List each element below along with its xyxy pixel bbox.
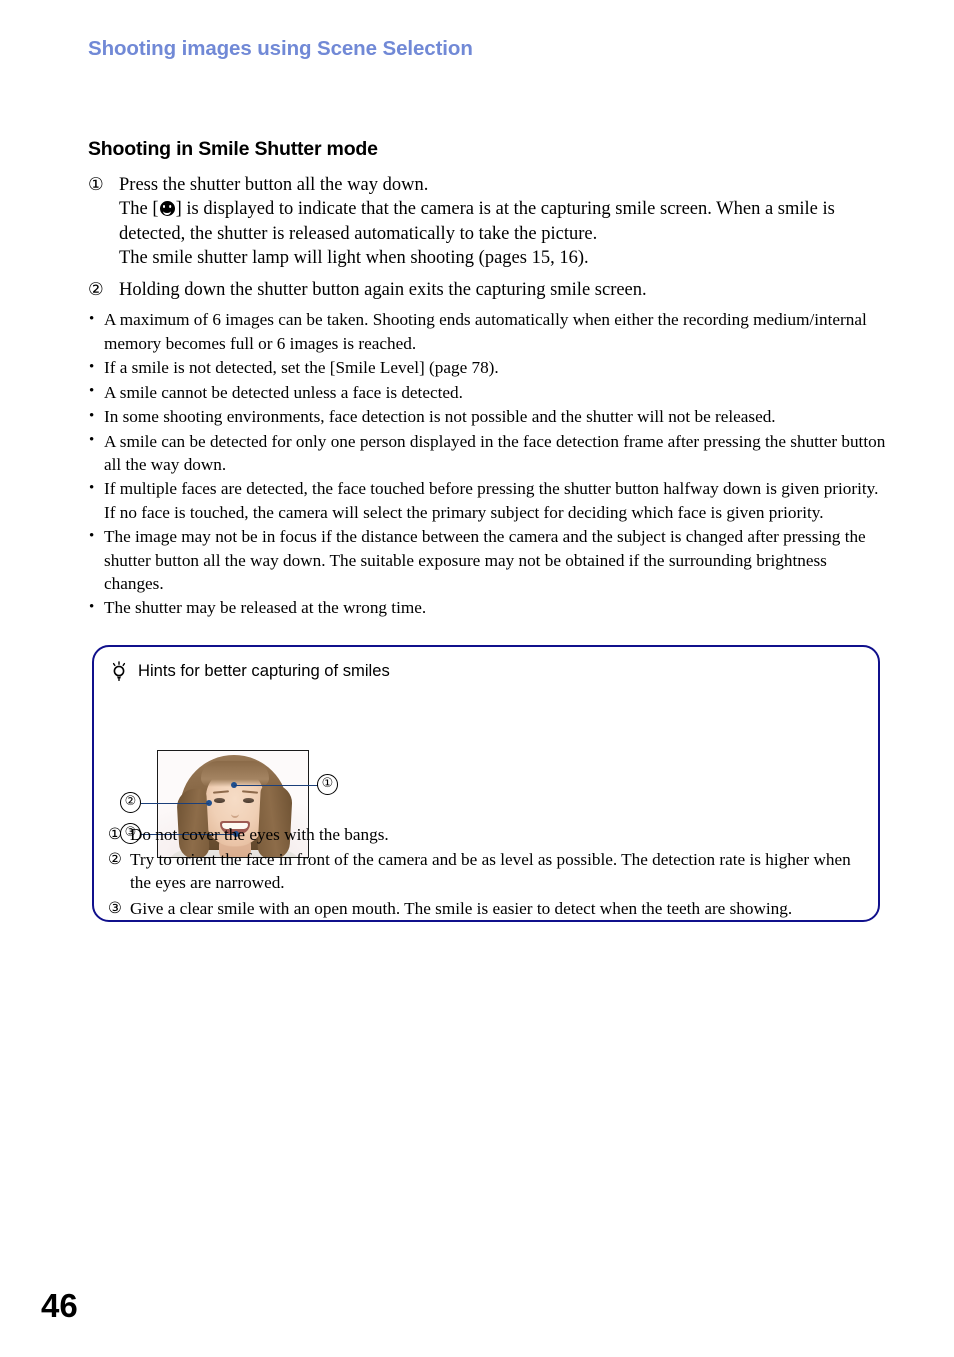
smile-tips-figure: ① ② ③: [102, 695, 392, 858]
step-1-line-3: The smile shutter lamp will light when s…: [119, 247, 589, 268]
hints-box-title: Hints for better capturing of smiles: [138, 661, 390, 680]
hint-item-marker: ②: [108, 850, 122, 869]
step-2-line-1: Holding down the shutter button again ex…: [119, 280, 647, 301]
hints-items-list: ① Do not cover the eyes with the bangs. …: [108, 823, 860, 922]
note-item: In some shooting environments, face dete…: [88, 405, 888, 429]
note-item: A maximum of 6 images can be taken. Shoo…: [88, 308, 888, 355]
step-1-line-1: Press the shutter button all the way dow…: [119, 175, 429, 195]
step-1-line-2-suffix: ] is displayed to indicate that the came…: [119, 199, 835, 244]
callout-marker-2: ②: [120, 792, 141, 813]
hint-item: ② Try to orient the face in front of the…: [108, 848, 860, 894]
note-item: The shutter may be released at the wrong…: [88, 596, 888, 620]
procedure-step-1: ① Press the shutter button all the way d…: [88, 173, 888, 270]
note-item: If multiple faces are detected, the face…: [88, 477, 888, 524]
hint-item: ① Do not cover the eyes with the bangs.: [108, 823, 860, 846]
procedure-step-2: ② Holding down the shutter button again …: [88, 278, 888, 302]
hint-item-marker: ③: [108, 898, 122, 917]
step-1-marker: ①: [88, 175, 104, 195]
note-item: The image may not be in focus if the dis…: [88, 525, 888, 595]
section-title: Shooting in Smile Shutter mode: [88, 138, 378, 160]
smile-shutter-icon: [159, 201, 175, 217]
step-1-line-2-prefix: The [: [119, 199, 159, 220]
lightbulb-icon: [110, 661, 128, 681]
callout-line-1: [234, 784, 318, 787]
running-header-title: Shooting images using Scene Selection: [88, 37, 473, 60]
hint-item-text: Do not cover the eyes with the bangs.: [130, 825, 389, 844]
note-item: A smile cannot be detected unless a face…: [88, 380, 888, 404]
notes-list: A maximum of 6 images can be taken. Shoo…: [88, 308, 888, 620]
note-item: If a smile is not detected, set the [Smi…: [88, 356, 888, 380]
step-1-line-2: The [] is displayed to indicate that the…: [119, 197, 888, 246]
hints-box-title-row: Hints for better capturing of smiles: [110, 661, 390, 681]
step-2-marker: ②: [88, 280, 104, 301]
hint-item: ③ Give a clear smile with an open mouth.…: [108, 897, 860, 920]
hint-item-text: Give a clear smile with an open mouth. T…: [130, 898, 793, 918]
callout-marker-1: ①: [317, 774, 338, 795]
hint-item-text: Try to orient the face in front of the c…: [130, 850, 851, 893]
page-content: Shooting in Smile Shutter mode ① Press t…: [88, 138, 888, 621]
hint-item-marker: ①: [108, 825, 122, 843]
page-number: 46: [41, 1287, 78, 1324]
callout-line-2: [141, 802, 209, 805]
note-item: A smile can be detected for only one per…: [88, 429, 888, 477]
hints-callout-box: Hints for better capturing of smiles ① ②…: [92, 645, 880, 922]
